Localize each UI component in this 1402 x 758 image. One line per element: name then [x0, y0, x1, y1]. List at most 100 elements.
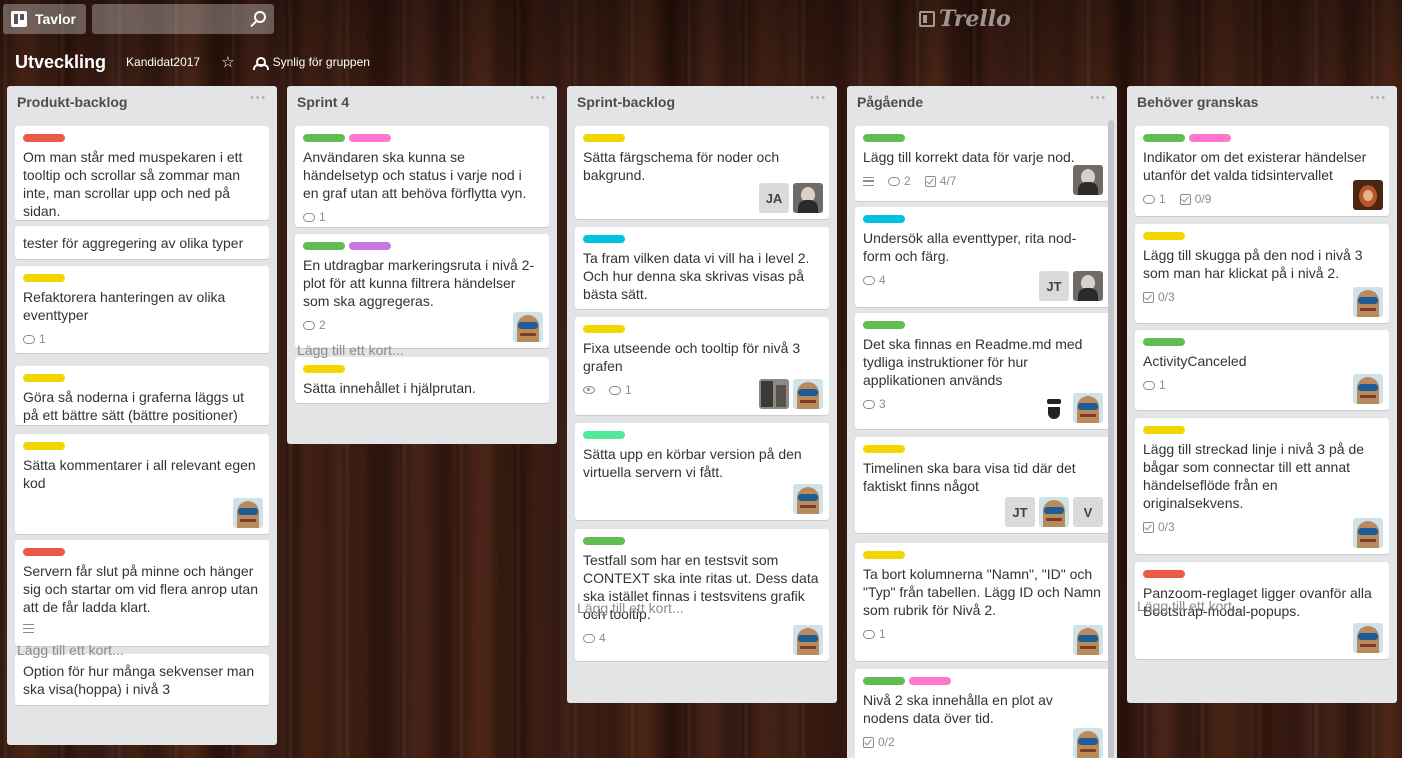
card[interactable]: Undersök alla eventtyper, rita nod-form …	[855, 207, 1109, 307]
card[interactable]: Testfall som har en testsvit som CONTEXT…	[575, 529, 829, 661]
card-members	[1073, 728, 1103, 758]
description-badge	[863, 176, 874, 186]
card[interactable]: Option för hur många sekvenser man ska v…	[15, 654, 269, 705]
list-header[interactable]: Produkt-backlog ···	[7, 86, 277, 116]
avatar[interactable]	[793, 183, 823, 213]
label-pink	[909, 677, 951, 685]
label-green	[863, 321, 905, 329]
avatar[interactable]	[759, 379, 789, 409]
card[interactable]: tester för aggregering av olika typer	[15, 226, 269, 259]
card[interactable]: Göra så noderna i graferna läggs ut på e…	[15, 366, 269, 425]
card[interactable]: ActivityCanceled 1	[1135, 330, 1389, 410]
member-initials[interactable]: V	[1073, 497, 1103, 527]
checklist-icon	[863, 736, 874, 748]
list-scrollbar[interactable]	[1108, 120, 1114, 758]
card-title: Timelinen ska bara visa tid där det fakt…	[863, 460, 1076, 494]
avatar[interactable]	[513, 312, 543, 342]
add-card-link[interactable]: Lägg till ett kort...	[17, 642, 124, 658]
list-menu-icon[interactable]: ···	[1370, 89, 1387, 105]
card[interactable]: Timelinen ska bara visa tid där det fakt…	[855, 437, 1109, 533]
comment-count: 2	[319, 318, 326, 332]
card[interactable]: Nivå 2 ska innehålla en plot av nodens d…	[855, 669, 1109, 758]
avatar[interactable]	[233, 498, 263, 528]
add-card-link[interactable]: Lägg till ett kort...	[297, 342, 404, 358]
card-badges: 1	[23, 332, 261, 346]
list: Sprint-backlog ··· Sätta färgschema för no…	[567, 86, 837, 703]
member-initials[interactable]: JA	[759, 183, 789, 213]
card[interactable]: Ta bort kolumnerna "Namn", "ID" och "Typ…	[855, 543, 1109, 661]
card[interactable]: Sätta upp en körbar version på den virtu…	[575, 423, 829, 520]
add-card-link[interactable]: Lägg till ett kort...	[1137, 598, 1244, 614]
card[interactable]: Sätta innehållet i hjälprutan.	[295, 357, 549, 403]
list-menu-icon[interactable]: ···	[1090, 89, 1107, 105]
avatar[interactable]	[1353, 287, 1383, 317]
card-members	[233, 498, 263, 528]
card[interactable]: Sätta kommentarer i all relevant egen ko…	[15, 434, 269, 534]
search-icon[interactable]	[254, 11, 266, 23]
card-members: JA	[759, 183, 823, 213]
avatar[interactable]	[1073, 271, 1103, 301]
avatar[interactable]	[793, 625, 823, 655]
card-labels	[583, 325, 821, 333]
board-title[interactable]: Utveckling	[15, 52, 106, 73]
card[interactable]: Fixa utseende och tooltip för nivå 3 gra…	[575, 317, 829, 415]
avatar[interactable]	[1073, 625, 1103, 655]
avatar[interactable]	[1039, 497, 1069, 527]
list-header[interactable]: Pågående ···	[847, 86, 1117, 116]
avatar[interactable]	[793, 379, 823, 409]
list-title[interactable]: Sprint 4	[297, 94, 349, 110]
avatar[interactable]	[1353, 518, 1383, 548]
comment-icon	[863, 629, 875, 639]
card[interactable]: Sätta färgschema för noder och bakgrund.…	[575, 126, 829, 219]
card[interactable]: Indikator om det existerar händelser uta…	[1135, 126, 1389, 216]
comments-badge: 4	[583, 631, 606, 645]
card-members	[1073, 165, 1103, 195]
boards-button[interactable]: Tavlor	[3, 4, 86, 34]
card[interactable]: Lägg till streckad linje i nivå 3 på de …	[1135, 418, 1389, 554]
board-team[interactable]: Kandidat2017	[126, 55, 200, 69]
card[interactable]: Servern får slut på minne och hänger sig…	[15, 540, 269, 646]
card[interactable]: Lägg till skugga på den nod i nivå 3 som…	[1135, 224, 1389, 323]
comments-badge: 3	[863, 397, 886, 411]
list-title[interactable]: Sprint-backlog	[577, 94, 675, 110]
card[interactable]: En utdragbar markeringsruta i nivå 2-plo…	[295, 234, 549, 348]
avatar[interactable]	[1039, 393, 1069, 423]
add-card-link[interactable]: Lägg till ett kort...	[577, 600, 684, 616]
list-menu-icon[interactable]: ···	[250, 89, 267, 105]
list-header[interactable]: Behöver granskas ···	[1127, 86, 1397, 116]
list-header[interactable]: Sprint 4 ···	[287, 86, 557, 116]
card[interactable]: Refaktorera hanteringen av olika eventty…	[15, 266, 269, 353]
card[interactable]: Det ska finnas en Readme.md med tydliga …	[855, 313, 1109, 429]
checklist-badge: 0/2	[863, 735, 895, 749]
card[interactable]: Lägg till korrekt data för varje nod. 2 4/…	[855, 126, 1109, 201]
star-icon[interactable]: ☆	[221, 53, 234, 71]
avatar[interactable]	[1353, 623, 1383, 653]
avatar[interactable]	[1353, 180, 1383, 210]
member-initials[interactable]: JT	[1005, 497, 1035, 527]
card[interactable]: Om man står med muspekaren i ett tooltip…	[15, 126, 269, 220]
list-title[interactable]: Pågående	[857, 94, 923, 110]
list-header[interactable]: Sprint-backlog ···	[567, 86, 837, 116]
avatar[interactable]	[1073, 393, 1103, 423]
search-input[interactable]	[92, 4, 274, 34]
card[interactable]: Ta fram vilken data vi vill ha i level 2…	[575, 227, 829, 309]
label-red	[23, 134, 65, 142]
label-yellow	[1143, 232, 1185, 240]
list-title[interactable]: Produkt-backlog	[17, 94, 127, 110]
avatar[interactable]	[1073, 728, 1103, 758]
list-menu-icon[interactable]: ···	[530, 89, 547, 105]
card[interactable]: Användaren ska kunna se händelsetyp och …	[295, 126, 549, 227]
card-labels	[23, 274, 261, 282]
list-title[interactable]: Behöver granskas	[1137, 94, 1258, 110]
comment-icon	[1143, 194, 1155, 204]
member-initials[interactable]: JT	[1039, 271, 1069, 301]
trello-logo[interactable]: Trello	[919, 6, 1011, 32]
avatar[interactable]	[1073, 165, 1103, 195]
visibility-label: Synlig för gruppen	[272, 55, 370, 69]
list-menu-icon[interactable]: ···	[810, 89, 827, 105]
comments-badge: 1	[863, 627, 886, 641]
comment-count: 1	[1159, 192, 1166, 206]
visibility-button[interactable]: Synlig för gruppen	[252, 55, 370, 70]
avatar[interactable]	[1353, 374, 1383, 404]
avatar[interactable]	[793, 484, 823, 514]
